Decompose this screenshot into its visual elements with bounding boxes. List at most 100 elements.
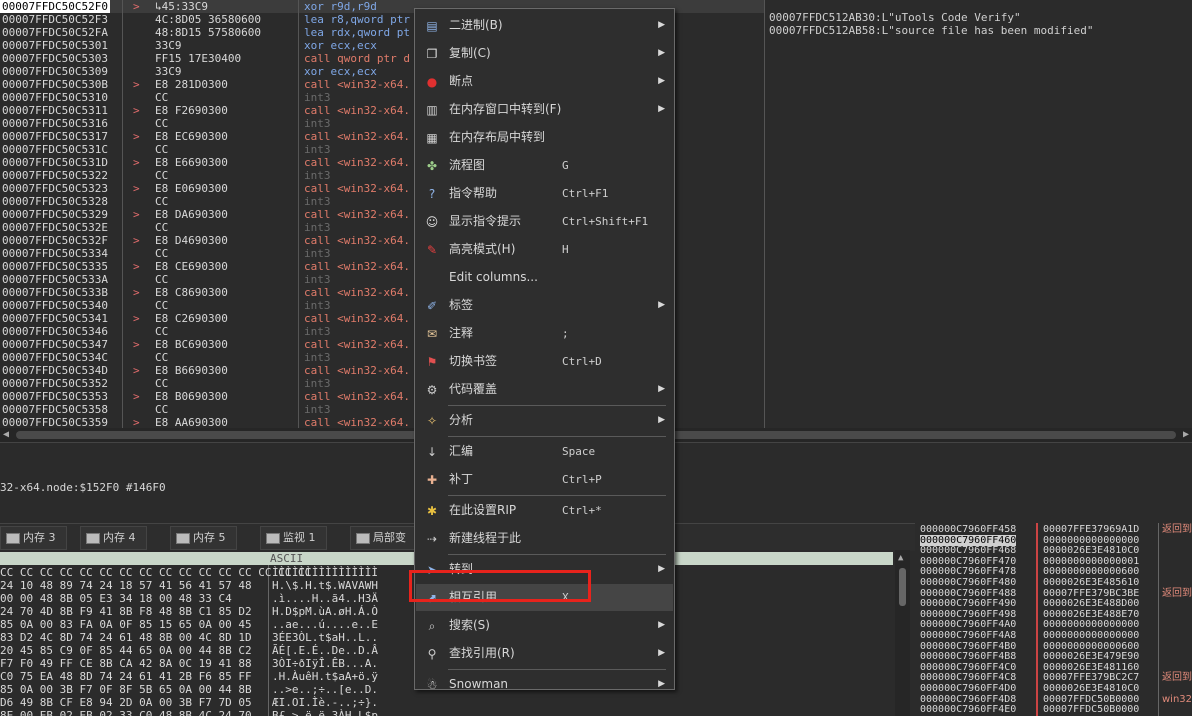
- ascii-row[interactable]: 3ÉE3ÒL.t$aH..L..: [272, 631, 378, 644]
- menu-item[interactable]: ⇢ 新建线程于此: [416, 525, 673, 552]
- hex-row[interactable]: 83 D2 4C 8D 74 24 61 48 8B 00 4C 8D 1D: [0, 631, 252, 644]
- stack-row[interactable]: 000000C7960FF4B0 0000000000000600: [915, 641, 1192, 652]
- stack-address: 000000C7960FF488: [920, 587, 1017, 599]
- hex-row[interactable]: 24 10 48 89 74 24 18 57 41 56 41 57 48: [0, 579, 252, 592]
- menu-item[interactable]: ⚙ 代码覆盖 ▶: [416, 376, 673, 403]
- column-divider: [298, 65, 299, 78]
- ascii-row[interactable]: .H.ÀuêH.t$aA+ö.ÿ: [272, 670, 378, 683]
- column-divider: [298, 286, 299, 299]
- instruction-cell: xor r9d,r9d: [304, 0, 377, 13]
- bytes-cell: E8 281D0300: [155, 78, 228, 91]
- stack-row[interactable]: 000000C7960FF4B8 0000026E3E479E90: [915, 651, 1192, 662]
- stack-row[interactable]: 000000C7960FF4A0 0000000000000000: [915, 619, 1192, 630]
- tab-5[interactable]: 局部变: [350, 526, 417, 550]
- stack-value: 0000000000000000: [1043, 630, 1140, 641]
- stack-row[interactable]: 000000C7960FF490 0000026E3E488D00: [915, 598, 1192, 609]
- ascii-row[interactable]: ÌÌÌÌÌÌÌÌÌÌÌÌÌÌÌÌ: [272, 566, 378, 579]
- hex-row[interactable]: 85 0A 00 83 FA 0A 0F 85 15 65 0A 00 45: [0, 618, 252, 631]
- scroll-right-icon[interactable]: ▶: [1183, 429, 1189, 440]
- ascii-row[interactable]: ÃÉ[.E.É..De..D.Â: [272, 644, 378, 657]
- jump-arrow-icon: >: [133, 286, 140, 299]
- menu-item-label: 搜索(S): [449, 618, 490, 632]
- column-divider: [298, 273, 299, 286]
- ascii-row[interactable]: ÆI.OI.Ìè.-..;÷}.: [272, 696, 378, 709]
- menu-item[interactable]: ▦ 在内存布局中转到: [416, 124, 673, 151]
- menu-item[interactable]: Edit columns...: [416, 264, 673, 291]
- menu-item[interactable]: ✤ 流程图 G: [416, 152, 673, 179]
- stack-row[interactable]: 000000C7960FF4D8 00007FFDC50B0000 win32: [915, 694, 1192, 705]
- submenu-arrow-icon: ▶: [658, 564, 665, 574]
- ascii-row[interactable]: 3ÒI÷ðIÿÎ.ÊB...A.: [272, 657, 378, 670]
- hex-row[interactable]: 85 0A 00 3B F7 0F 8F 5B 65 0A 00 44 8B: [0, 683, 252, 696]
- stack-row[interactable]: 000000C7960FF470 0000000000000001: [915, 556, 1192, 567]
- watch-icon: [266, 533, 280, 544]
- stack-row[interactable]: 000000C7960FF458 00007FFE37969A1D 返回到: [915, 524, 1192, 535]
- stack-row[interactable]: 000000C7960FF468 0000026E3E4810C0: [915, 545, 1192, 556]
- tab-4[interactable]: 监视 1: [260, 526, 327, 550]
- hex-row[interactable]: 00 00 48 8B 05 E3 34 18 00 48 33 C4: [0, 592, 232, 605]
- menu-item[interactable]: ▥ 在内存窗口中转到(F) ▶: [416, 96, 673, 123]
- column-divider: [298, 208, 299, 221]
- menu-item[interactable]: ❐ 复制(C) ▶: [416, 40, 673, 67]
- stack-view[interactable]: 000000C7960FF458 00007FFE37969A1D 返回到 00000…: [915, 523, 1192, 716]
- hex-row[interactable]: 24 70 4D 8B F9 41 8B F8 48 8B C1 85 D2: [0, 605, 252, 618]
- tab-3[interactable]: 内存 5: [170, 526, 237, 550]
- ascii-row[interactable]: H.\$.H.t$.WAVAWH: [272, 579, 378, 592]
- instruction-cell: int3: [304, 143, 331, 156]
- stack-row[interactable]: 000000C7960FF460 0000000000000000: [915, 534, 1192, 546]
- hex-row[interactable]: CC CC CC CC CC CC CC CC CC CC CC CC CC C…: [0, 566, 311, 579]
- column-divider: [298, 143, 299, 156]
- stack-row[interactable]: 000000C7960FF478 0000000000000600: [915, 566, 1192, 577]
- menu-item[interactable]: ▤ 二进制(B) ▶: [416, 12, 673, 39]
- ascii-row[interactable]: .ì....H..ã4..H3Ä: [272, 592, 378, 605]
- menu-item[interactable]: ✐ 标签 ▶: [416, 292, 673, 319]
- menu-item[interactable]: ✉ 注释;: [416, 320, 673, 347]
- hex-row[interactable]: 8E 00 EB 02 EB 02 33 C0 48 8B 4C 24 70: [0, 709, 252, 716]
- menu-item[interactable]: ✧ 分析 ▶: [416, 407, 673, 434]
- stack-value: 0000026E3E488D00: [1043, 598, 1140, 610]
- hex-row[interactable]: C0 75 EA 48 8D 74 24 61 41 2B F6 85 FF: [0, 670, 252, 683]
- stack-address: 000000C7960FF498: [920, 608, 1017, 620]
- stack-row[interactable]: 000000C7960FF488 00007FFE379BC3BE 返回到: [915, 588, 1192, 599]
- ascii-row[interactable]: ..ae...ú....e..E: [272, 618, 378, 631]
- stack-row[interactable]: 000000C7960FF4D0 0000026E3E4810C0: [915, 683, 1192, 694]
- dump-vertical-scrollbar[interactable]: ▲: [895, 550, 910, 716]
- menu-item[interactable]: ⚲ 查找引用(R) ▶: [416, 640, 673, 667]
- hex-row[interactable]: 20 45 85 C9 0F 85 44 65 0A 00 44 8B C2: [0, 644, 252, 657]
- menu-item[interactable]: ☃ Snowman ▶: [416, 671, 673, 698]
- hex-row[interactable]: D6 49 8B CF E8 94 2D 0A 00 3B F7 7D 05: [0, 696, 252, 709]
- tab-label: 内存 3: [23, 531, 56, 544]
- menu-item[interactable]: ⚑ 切换书签 Ctrl+D: [416, 348, 673, 375]
- menu-item[interactable]: ✚ 补丁 Ctrl+P: [416, 466, 673, 493]
- menu-item[interactable]: ✱ 在此设置RIP Ctrl+*: [416, 497, 673, 524]
- stack-row[interactable]: 000000C7960FF4C8 00007FFE379BC2C7 返回到: [915, 672, 1192, 683]
- stack-address: 000000C7960FF470: [920, 555, 1017, 567]
- menu-item[interactable]: ✎ 高亮模式(H) H: [416, 236, 673, 263]
- tab-1[interactable]: 内存 3: [0, 526, 67, 550]
- column-divider: [298, 13, 299, 26]
- stack-row[interactable]: 000000C7960FF4A8 0000000000000000: [915, 630, 1192, 641]
- menu-item[interactable]: ● 断点 ▶: [416, 68, 673, 95]
- menu-item[interactable]: ⌕ 搜索(S) ▶: [416, 612, 673, 639]
- ascii-row[interactable]: B£.>.ë.ë.3ÀH.L$p: [272, 709, 378, 716]
- tab-2[interactable]: 内存 4: [80, 526, 147, 550]
- menu-item[interactable]: ? 指令帮助 Ctrl+F1: [416, 180, 673, 207]
- hex-row[interactable]: F7 F0 49 FF CE 8B CA 42 8A 0C 19 41 88: [0, 657, 252, 670]
- stack-row[interactable]: 000000C7960FF498 0000026E3E488E70: [915, 609, 1192, 620]
- stack-address: 000000C7960FF480: [920, 577, 1017, 588]
- ascii-row[interactable]: H.D$pM.ùA.øH.Á.Ò: [272, 605, 378, 618]
- scroll-left-icon[interactable]: ◀: [3, 429, 9, 440]
- menu-item[interactable]: ☺ 显示指令提示 Ctrl+Shift+F1: [416, 208, 673, 235]
- address-cell: 00007FFDC50C5323: [2, 182, 108, 195]
- scroll-up-icon[interactable]: ▲: [898, 553, 903, 563]
- instruction-cell: call <win32-x64.: [304, 130, 410, 143]
- dump-scrollbar-thumb[interactable]: [899, 568, 906, 606]
- column-divider: [122, 325, 123, 338]
- stack-row[interactable]: 000000C7960FF4C0 0000026E3E481160: [915, 662, 1192, 673]
- address-cell: 00007FFDC50C5358: [2, 403, 108, 416]
- menu-item[interactable]: ↓ 汇编 Space: [416, 438, 673, 465]
- jump-arrow-icon: >: [133, 156, 140, 169]
- stack-row[interactable]: 000000C7960FF480 0000026E3E485610: [915, 577, 1192, 588]
- ascii-row[interactable]: ..>e..;÷..[e..D.: [272, 683, 378, 696]
- stack-row[interactable]: 000000C7960FF4E0 00007FFDC50B0000: [915, 704, 1192, 715]
